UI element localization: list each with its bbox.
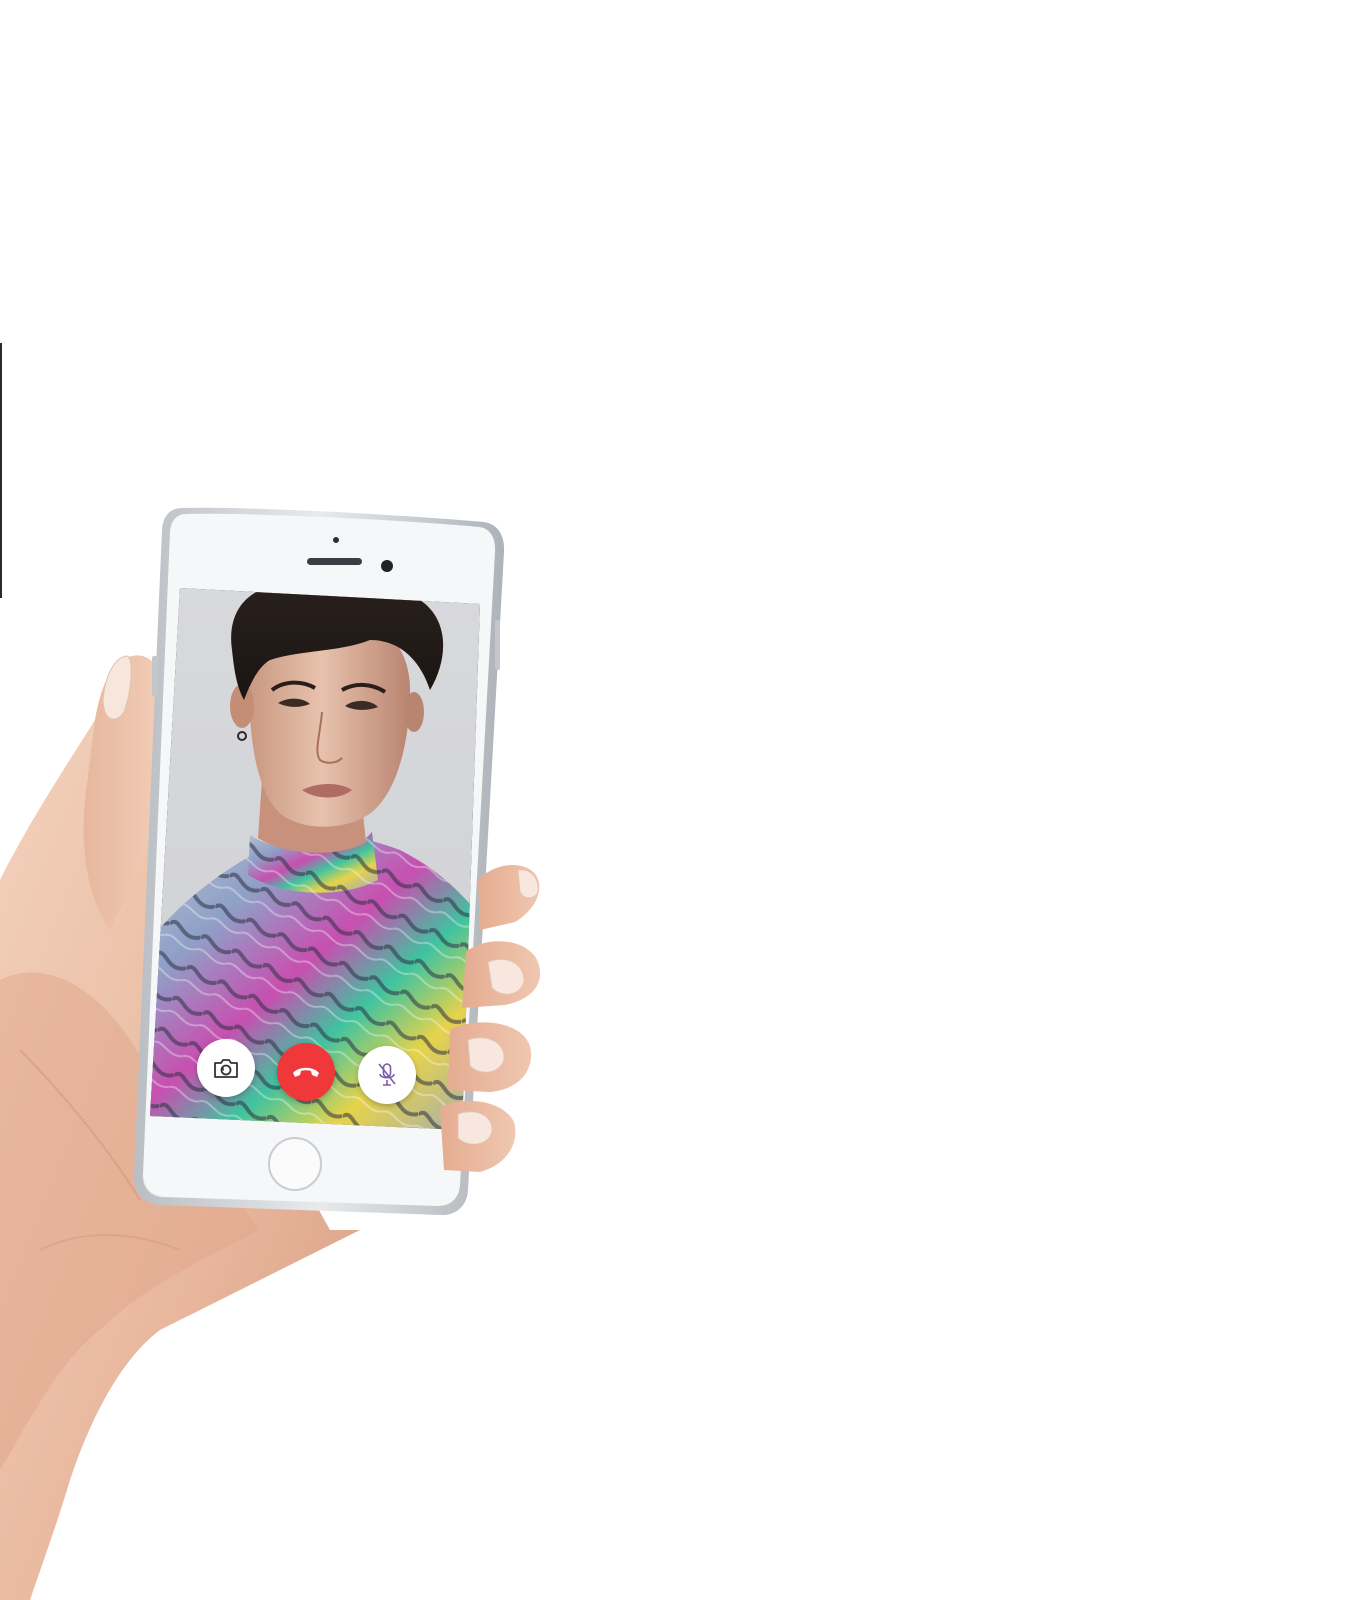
call-controls xyxy=(0,0,1350,1600)
home-button[interactable] xyxy=(268,1137,322,1191)
end-call-button[interactable] xyxy=(277,1043,335,1101)
switch-camera-button[interactable] xyxy=(197,1039,255,1097)
product-mockup-scene xyxy=(0,0,1350,1600)
phone-hangup-icon xyxy=(291,1064,321,1080)
camera-switch-icon xyxy=(213,1057,239,1079)
mute-button[interactable] xyxy=(358,1046,416,1104)
microphone-muted-icon xyxy=(377,1062,397,1088)
